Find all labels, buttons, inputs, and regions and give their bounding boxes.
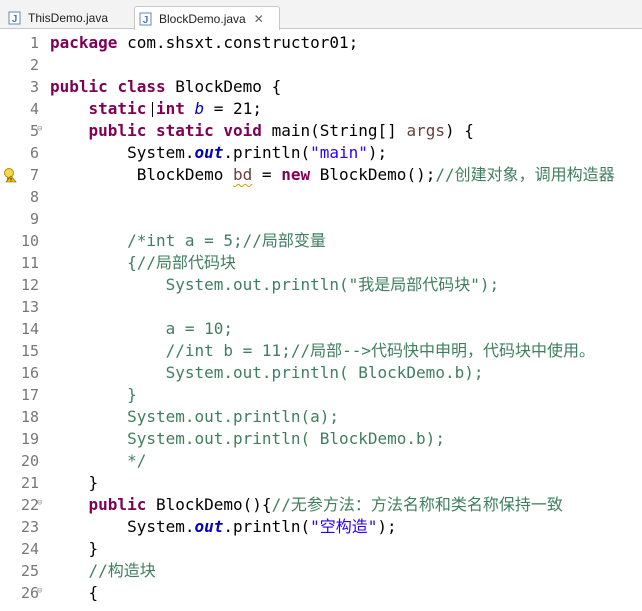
- line-number: 15: [20, 342, 39, 360]
- line-number-22: 22 ⊖: [0, 494, 45, 516]
- line-number: 23: [20, 518, 39, 536]
- line-number: 10: [20, 232, 39, 250]
- code-line-3[interactable]: public class BlockDemo {: [50, 76, 281, 98]
- line-number-25: 25: [0, 560, 45, 582]
- code-line-14[interactable]: a = 10;: [50, 318, 233, 340]
- line-number-23: 23: [0, 516, 45, 538]
- line-number-20: 20: [0, 450, 45, 472]
- line-number-12: 12: [0, 274, 45, 296]
- line-number-ruler: 1 2 3 4 5 ⊖ 6 7 8 9 10 11 12 13 14 15 16 17 18 19 20 21 22 ⊖ 23 2…: [0, 30, 45, 611]
- line-number-18: 18: [0, 406, 45, 428]
- line-number: 25: [20, 562, 39, 580]
- line-number: 17: [20, 386, 39, 404]
- code-line-12[interactable]: System.out.println("我是局部代码块");: [50, 274, 500, 296]
- line-number: 16: [20, 364, 39, 382]
- line-number-24: 24: [0, 538, 45, 560]
- code-editor[interactable]: 1 2 3 4 5 ⊖ 6 7 8 9 10 11 12 13 14 15 16 17 18 19 20 21 22 ⊖ 23 2…: [0, 30, 642, 611]
- line-number: 1: [29, 34, 39, 52]
- line-number-13: 13: [0, 296, 45, 318]
- line-number: 22: [20, 496, 39, 514]
- line-number: 2: [29, 56, 39, 74]
- code-line-24[interactable]: }: [50, 538, 99, 560]
- code-line-17[interactable]: }: [50, 384, 137, 406]
- code-line-25[interactable]: //构造块: [50, 560, 156, 582]
- code-line-26[interactable]: {: [50, 582, 99, 604]
- code-line-21[interactable]: }: [50, 472, 99, 494]
- line-number-1: 1: [0, 32, 45, 54]
- line-number-21: 21: [0, 472, 45, 494]
- line-number-9: 9: [0, 208, 45, 230]
- line-number: 12: [20, 276, 39, 294]
- tab-label: ThisDemo.java: [28, 10, 109, 25]
- svg-text:J: J: [12, 14, 18, 25]
- tab-label: BlockDemo.java: [159, 11, 246, 26]
- line-number: 21: [20, 474, 39, 492]
- code-line-11[interactable]: {//局部代码块: [50, 252, 236, 274]
- fold-toggle-icon[interactable]: ⊖: [37, 586, 42, 596]
- editor-tab-bar: J ThisDemo.java J BlockDemo.java ✕: [0, 0, 642, 30]
- text-cursor: [152, 102, 153, 117]
- line-number: 19: [20, 430, 39, 448]
- line-number-14: 14: [0, 318, 45, 340]
- code-line-5[interactable]: public static void main(String[] args) {: [50, 120, 474, 142]
- code-line-6[interactable]: System.out.println("main");: [50, 142, 387, 164]
- line-number: 5: [29, 122, 39, 140]
- line-number: 3: [29, 78, 39, 96]
- code-line-4[interactable]: static int b = 21;: [50, 98, 262, 120]
- code-line-22[interactable]: public BlockDemo(){//无参方法：方法名称和类名称保持一致: [50, 494, 563, 516]
- line-number-26: 26 ⊖: [0, 582, 45, 604]
- line-number: 26: [20, 584, 39, 602]
- fold-toggle-icon[interactable]: ⊖: [37, 498, 42, 508]
- code-line-1[interactable]: package com.shsxt.constructor01;: [50, 32, 358, 54]
- line-number-17: 17: [0, 384, 45, 406]
- line-number: 11: [20, 254, 39, 272]
- code-line-23[interactable]: System.out.println("空构造");: [50, 516, 397, 538]
- code-line-7[interactable]: BlockDemo bd = new BlockDemo();//创建对象，调用…: [50, 164, 615, 186]
- line-number-8: 8: [0, 186, 45, 208]
- line-number: 6: [29, 144, 39, 162]
- line-number-3: 3: [0, 76, 45, 98]
- line-number-6: 6: [0, 142, 45, 164]
- close-icon[interactable]: ✕: [254, 13, 264, 25]
- line-number-10: 10: [0, 230, 45, 252]
- tab-thisdemo[interactable]: J ThisDemo.java: [4, 6, 130, 29]
- line-number-4: 4: [0, 98, 45, 120]
- line-number-16: 16: [0, 362, 45, 384]
- line-number: 24: [20, 540, 39, 558]
- tab-blockdemo[interactable]: J BlockDemo.java ✕: [134, 6, 280, 30]
- svg-text:J: J: [143, 15, 149, 26]
- code-line-19[interactable]: System.out.println( BlockDemo.b);: [50, 428, 445, 450]
- line-number: 13: [20, 298, 39, 316]
- fold-toggle-icon[interactable]: ⊖: [37, 124, 42, 134]
- line-number-5: 5 ⊖: [0, 120, 45, 142]
- line-number: 14: [20, 320, 39, 338]
- line-number-19: 19: [0, 428, 45, 450]
- code-line-18[interactable]: System.out.println(a);: [50, 406, 339, 428]
- line-number: 20: [20, 452, 39, 470]
- code-line-10[interactable]: /*int a = 5;//局部变量: [50, 230, 326, 252]
- line-number-15: 15: [0, 340, 45, 362]
- java-file-icon: J: [139, 12, 153, 26]
- line-number-7: 7: [0, 164, 45, 186]
- java-file-icon: J: [8, 11, 22, 25]
- line-number: 4: [29, 100, 39, 118]
- code-line-15[interactable]: //int b = 11;//局部-->代码快中申明，代码块中使用。: [50, 340, 595, 362]
- line-number: 8: [29, 188, 39, 206]
- warning-lightbulb-icon[interactable]: [3, 167, 17, 187]
- line-number-11: 11: [0, 252, 45, 274]
- code-line-20[interactable]: */: [50, 450, 146, 472]
- code-line-16[interactable]: System.out.println( BlockDemo.b);: [50, 362, 484, 384]
- line-number: 18: [20, 408, 39, 426]
- line-number: 9: [29, 210, 39, 228]
- line-number-2: 2: [0, 54, 45, 76]
